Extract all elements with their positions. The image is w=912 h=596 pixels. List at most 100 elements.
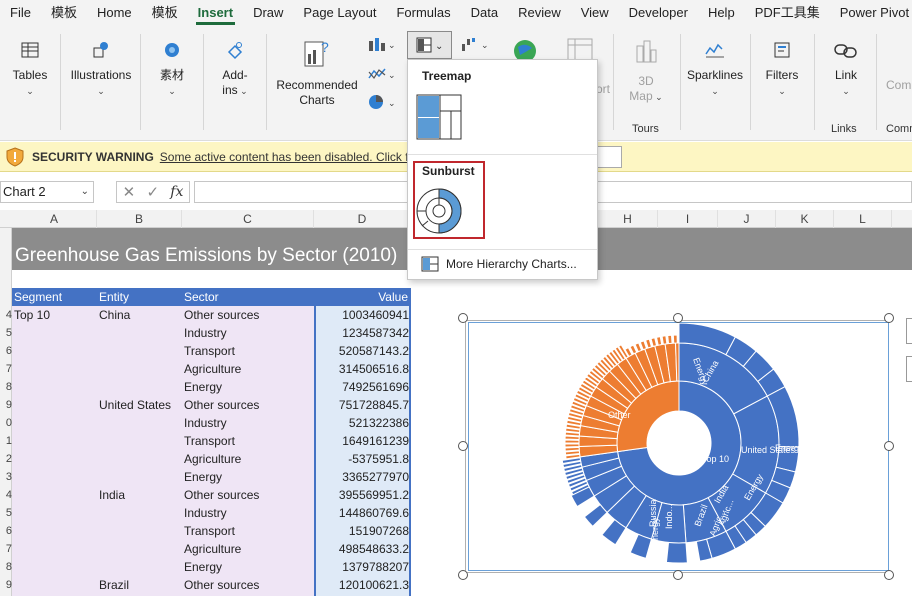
table-cell-value[interactable]: 395569951.2 [318,486,409,504]
menu-item[interactable]: View [571,0,619,26]
row-header[interactable]: 0 [0,414,12,432]
table-cell-sector[interactable]: Industry [184,324,227,342]
more-hierarchy-charts-item[interactable]: More Hierarchy Charts... [408,252,597,276]
table-cell-entity[interactable]: United States [99,396,171,414]
table-cell-sector[interactable]: Energy [184,558,222,576]
comments-label-partial[interactable]: Com [886,78,912,93]
table-cell-sector[interactable]: Other sources [184,306,259,324]
table-cell-sector[interactable]: Other sources [184,576,259,594]
column-header[interactable]: D [314,210,411,228]
table-cell-sector[interactable]: Other sources [184,486,259,504]
table-cell-value[interactable]: 1234587342 [318,324,409,342]
cancel-icon[interactable]: ✕ [123,183,136,201]
table-cell-value[interactable]: 151907268 [318,522,409,540]
name-box[interactable]: Chart 2 ⌄ [0,181,94,203]
resize-handle[interactable] [884,570,894,580]
menu-item[interactable]: Insert [188,0,243,26]
menu-item[interactable]: Draw [243,0,293,26]
row-header[interactable]: 7 [0,360,12,378]
resize-handle[interactable] [458,570,468,580]
header-value[interactable]: Value [378,288,408,306]
table-cell-entity[interactable]: Brazil [99,576,129,594]
table-cell-value[interactable]: 1649161239 [318,432,409,450]
sucai-button[interactable]: 素材 ⌄ [152,40,192,99]
row-header[interactable]: 9 [0,396,12,414]
resize-handle[interactable] [884,313,894,323]
column-header[interactable]: J [718,210,776,228]
row-header[interactable]: 4 [0,486,12,504]
table-cell-sector[interactable]: Industry [184,414,227,432]
table-cell-value[interactable]: 1379788207 [318,558,409,576]
column-header[interactable]: H [598,210,658,228]
menu-item[interactable]: Power Pivot [830,0,912,26]
resize-handle[interactable] [673,570,683,580]
menu-item[interactable]: Developer [619,0,698,26]
column-header[interactable]: K [776,210,834,228]
header-segment[interactable]: Segment [14,288,62,306]
column-header[interactable]: C [182,210,314,228]
column-header[interactable]: I [658,210,718,228]
column-chart-button[interactable]: ⌄ [366,36,398,56]
treemap-option[interactable] [416,94,462,140]
insert-function-icon[interactable]: fx [170,184,183,200]
table-cell-sector[interactable]: Transport [184,342,235,360]
recommended-charts-button[interactable]: ? Recommended Charts [272,38,362,108]
table-cell-sector[interactable]: Agriculture [184,360,241,378]
row-header[interactable]: 1 [0,432,12,450]
menu-item[interactable]: Home [87,0,142,26]
table-cell-sector[interactable]: Other sources [184,396,259,414]
security-warning-link[interactable]: Some active content has been disabled. C… [160,150,419,164]
menu-item[interactable]: File [0,0,41,26]
row-header[interactable]: 6 [0,342,12,360]
resize-handle[interactable] [884,441,894,451]
table-cell-value[interactable]: 521322386 [318,414,409,432]
row-header[interactable]: 8 [0,378,12,396]
menu-item[interactable]: Formulas [386,0,460,26]
chart-elements-button[interactable] [906,318,912,344]
row-header[interactable]: 8 [0,558,12,576]
table-cell-value[interactable]: 1003460941 [318,306,409,324]
tables-button[interactable]: Tables ⌄ [10,40,50,99]
table-cell-value[interactable]: 7492561696 [318,378,409,396]
menu-item[interactable]: Page Layout [293,0,386,26]
table-cell-value[interactable]: 3365277970 [318,468,409,486]
column-header[interactable]: B [97,210,182,228]
link-button[interactable]: Link ⌄ [826,40,866,99]
chevron-down-icon[interactable]: ⌄ [81,182,89,202]
hierarchy-chart-button[interactable]: ⌄ [407,31,452,59]
table-cell-sector[interactable]: Agriculture [184,450,241,468]
resize-handle[interactable] [458,441,468,451]
table-cell-entity[interactable]: China [99,306,130,324]
table-cell-value[interactable]: 144860769.6 [318,504,409,522]
menu-item[interactable]: 模板 [41,0,87,26]
menu-item[interactable]: Data [461,0,508,26]
waterfall-chart-button[interactable]: ⌄ [458,36,494,56]
resize-handle[interactable] [458,313,468,323]
row-header[interactable]: 3 [0,468,12,486]
table-cell-value[interactable]: -5375951.8 [318,450,409,468]
row-header[interactable]: 6 [0,522,12,540]
row-header[interactable]: 5 [0,504,12,522]
confirm-icon[interactable]: ✓ [146,183,159,201]
table-cell-sector[interactable]: Energy [184,378,222,396]
row-header[interactable]: 7 [0,540,12,558]
row-header[interactable]: 2 [0,450,12,468]
table-cell-value[interactable]: 520587143.2 [318,342,409,360]
chart-styles-button[interactable] [906,356,912,382]
menu-item[interactable]: Help [698,0,745,26]
table-cell-value[interactable]: 314506516.8 [318,360,409,378]
table-cell-sector[interactable]: Energy [184,468,222,486]
3d-map-button[interactable]: 3D Map ⌄ [624,38,668,105]
addins-button[interactable]: Add-ins ⌄ [214,40,256,99]
table-cell-value[interactable]: 498548633.2 [318,540,409,558]
menu-item[interactable]: PDF工具集 [745,0,830,26]
column-header[interactable]: L [834,210,892,228]
header-sector[interactable]: Sector [184,288,219,306]
menu-item[interactable]: Review [508,0,571,26]
table-cell-segment[interactable]: Top 10 [14,306,50,324]
sparklines-button[interactable]: Sparklines ⌄ [686,40,744,99]
filters-button[interactable]: Filters ⌄ [760,40,804,99]
resize-handle[interactable] [673,313,683,323]
illustrations-button[interactable]: Illustrations ⌄ [68,40,134,99]
menu-item[interactable]: 模板 [142,0,188,26]
